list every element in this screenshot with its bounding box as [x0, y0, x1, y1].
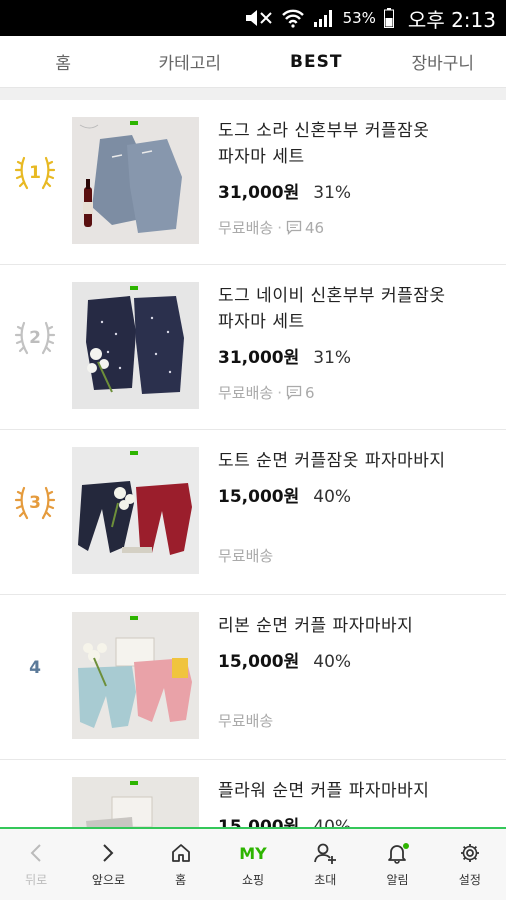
- product-title-line: 도그 네이비 신혼부부 커플잠옷: [218, 286, 446, 306]
- list-item[interactable]: 3 도트 순면 커플잠옷 파자마바지 15,000원 40% 무료배송: [0, 430, 506, 595]
- my-icon: MY: [239, 843, 267, 863]
- best-product-list: 1 도그 소라 신혼부부 커플잠옷 파자마 세트 31,000원 31% 무료배…: [0, 100, 506, 827]
- shipping-label: 무료배송: [218, 547, 274, 565]
- product-info: 도그 네이비 신혼부부 커플잠옷 파자마 세트 31,000원 31% 무료배송…: [218, 283, 492, 403]
- rank-badge: 4: [10, 643, 60, 693]
- top-tabs: 홈 카테고리 BEST 장바구니: [0, 36, 506, 88]
- comment-count: 6: [304, 383, 315, 402]
- nav-label: 쇼핑: [241, 873, 265, 887]
- separator-dot: ·: [277, 383, 282, 402]
- forward-icon: [101, 841, 115, 865]
- list-item[interactable]: 4 리본 순면 커플 파자마바지 15,000원 40% 무료배송: [0, 595, 506, 760]
- nav-notifications[interactable]: 알림: [361, 829, 433, 900]
- product-title-line: 파자마 세트: [218, 312, 305, 332]
- product-title-line: 도트 순면 커플잠옷 파자마바지: [218, 451, 446, 471]
- product-info: 도트 순면 커플잠옷 파자마바지 15,000원 40% 무료배송: [218, 448, 492, 566]
- comment-icon: [286, 385, 302, 400]
- product-price: 31,000원: [218, 183, 300, 203]
- product-image: [72, 777, 199, 827]
- product-title-line: 플라워 순면 커플 파자마바지: [218, 781, 430, 801]
- product-price: 15,000원: [218, 652, 300, 672]
- product-image: [72, 612, 199, 739]
- product-image: [72, 282, 199, 409]
- battery-icon: [383, 8, 394, 28]
- shipping-label: 무료배송: [218, 712, 274, 730]
- product-price: 31,000원: [218, 348, 300, 368]
- status-bar: 53% 오후 2:13: [0, 0, 506, 36]
- nav-forward[interactable]: 앞으로: [72, 829, 144, 900]
- tab-best[interactable]: BEST: [253, 36, 380, 87]
- product-image: [72, 117, 199, 244]
- list-item[interactable]: 플라워 순면 커플 파자마바지 15,000원 40%: [0, 760, 506, 827]
- bottom-navigation: 뒤로 앞으로 홈 MY 쇼핑 초대 알림 설정: [0, 827, 506, 900]
- nav-label: 홈: [175, 873, 187, 887]
- rank-badge: 1: [10, 148, 60, 198]
- discount-rate: 40%: [313, 817, 352, 827]
- rank-number: 3: [29, 493, 41, 513]
- rank-badge: 2: [10, 313, 60, 363]
- nav-label: 초대: [314, 873, 337, 887]
- bell-icon: [386, 841, 410, 865]
- comment-count: 46: [304, 218, 325, 237]
- back-icon: [29, 841, 43, 865]
- invite-icon: [313, 841, 337, 865]
- product-info: 플라워 순면 커플 파자마바지 15,000원 40%: [218, 778, 492, 827]
- discount-rate: 40%: [313, 652, 352, 672]
- shipping-label: 무료배송: [218, 384, 274, 402]
- nav-label: 설정: [458, 873, 481, 887]
- product-title-line: 파자마 세트: [218, 147, 305, 167]
- home-icon: [170, 841, 192, 865]
- separator-dot: ·: [277, 218, 282, 237]
- tab-category[interactable]: 카테고리: [127, 36, 254, 87]
- rank-number: 4: [29, 658, 41, 678]
- shipping-label: 무료배송: [218, 219, 274, 237]
- nav-my-shopping[interactable]: MY 쇼핑: [217, 829, 289, 900]
- nav-home[interactable]: 홈: [145, 829, 217, 900]
- battery-percent: 53%: [342, 9, 376, 27]
- discount-rate: 31%: [313, 183, 352, 203]
- product-image: [72, 447, 199, 574]
- product-price: 15,000원: [218, 817, 300, 827]
- rank-badge: 3: [10, 478, 60, 528]
- signal-icon: [313, 9, 335, 27]
- nav-label: 뒤로: [25, 873, 48, 887]
- discount-rate: 40%: [313, 487, 352, 507]
- nav-label: 앞으로: [91, 873, 125, 887]
- rank-number: 1: [29, 163, 41, 183]
- tab-home[interactable]: 홈: [0, 36, 127, 87]
- nav-invite[interactable]: 초대: [289, 829, 361, 900]
- product-title-line: 리본 순면 커플 파자마바지: [218, 616, 414, 636]
- nav-back[interactable]: 뒤로: [0, 829, 72, 900]
- list-item[interactable]: 1 도그 소라 신혼부부 커플잠옷 파자마 세트 31,000원 31% 무료배…: [0, 100, 506, 265]
- product-title-line: 도그 소라 신혼부부 커플잠옷: [218, 121, 430, 141]
- section-divider: [0, 88, 506, 100]
- gear-icon: [459, 841, 481, 865]
- tab-cart[interactable]: 장바구니: [380, 36, 506, 87]
- product-info: 리본 순면 커플 파자마바지 15,000원 40% 무료배송: [218, 613, 492, 731]
- mute-icon: [243, 9, 273, 27]
- list-item[interactable]: 2 도그 네이비 신혼부부 커플잠옷 파자마 세트 31,000원 31% 무료…: [0, 265, 506, 430]
- nav-label: 알림: [386, 873, 409, 887]
- nav-settings[interactable]: 설정: [434, 829, 506, 900]
- discount-rate: 31%: [313, 348, 352, 368]
- rank-number: 2: [29, 328, 41, 348]
- product-price: 15,000원: [218, 487, 300, 507]
- product-info: 도그 소라 신혼부부 커플잠옷 파자마 세트 31,000원 31% 무료배송 …: [218, 118, 492, 238]
- clock: 오후 2:13: [407, 7, 496, 32]
- comment-icon: [286, 220, 302, 235]
- wifi-icon: [281, 8, 305, 28]
